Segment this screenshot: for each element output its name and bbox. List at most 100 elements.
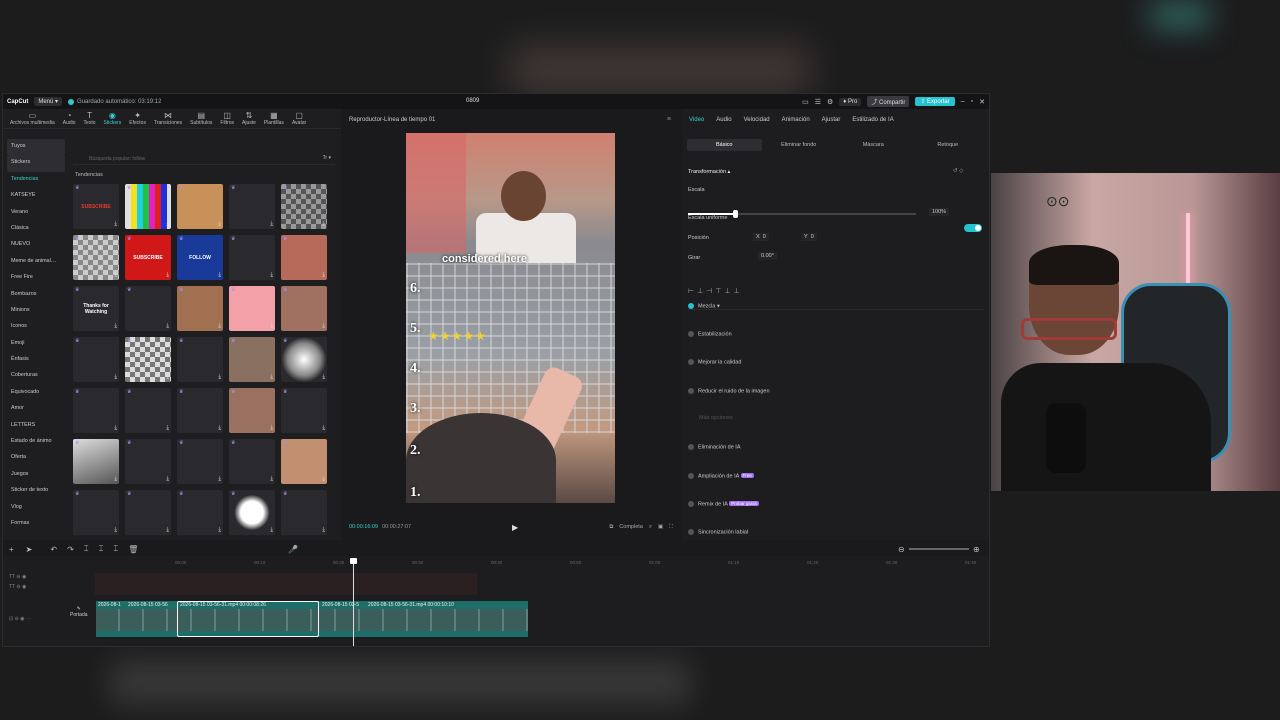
tab-subtítulos[interactable]: ▤ Subtítulos xyxy=(186,111,216,126)
sidebar-item[interactable]: Minions xyxy=(7,303,65,319)
download-icon[interactable]: ⤓ xyxy=(114,425,117,432)
player-menu-icon[interactable]: ≡ xyxy=(667,116,671,123)
download-icon[interactable]: ⤓ xyxy=(322,374,325,381)
sticker-tile[interactable]: ♛ ⤓ xyxy=(177,439,223,484)
main-track-icons[interactable]: ⊡ ⊖ ◉ ⋯ xyxy=(9,616,31,622)
sticker-tile[interactable]: ♛ ⤓ xyxy=(177,388,223,433)
selected-clip[interactable] xyxy=(177,601,319,637)
zoom-in-icon[interactable]: ⊕ xyxy=(973,545,980,554)
position-y-field[interactable]: Y 0 xyxy=(801,233,817,241)
mix-checkbox[interactable] xyxy=(688,303,694,309)
tab-archivos-multimedia[interactable]: ▭ Archivos multimedia xyxy=(6,111,59,126)
sticker-tile[interactable]: ♛ ⤓ xyxy=(73,439,119,484)
uniform-scale-toggle[interactable] xyxy=(964,224,982,232)
zoom-out-icon[interactable]: ⊖ xyxy=(898,545,905,554)
sticker-tile[interactable]: ♛ ⤓ xyxy=(281,184,327,229)
subtab-eliminar-fondo[interactable]: Eliminar fondo xyxy=(762,139,837,151)
download-icon[interactable]: ⤓ xyxy=(218,374,221,381)
tab-efectos[interactable]: ✦ Efectos xyxy=(125,111,150,126)
scale-slider-knob[interactable] xyxy=(733,210,738,218)
download-icon[interactable]: ⤓ xyxy=(166,374,169,381)
download-icon[interactable]: ⤓ xyxy=(270,272,273,279)
sidebar-item[interactable]: Vlog xyxy=(7,500,65,516)
download-icon[interactable]: ⤓ xyxy=(114,374,117,381)
sidebar-item[interactable]: LETTERS xyxy=(7,418,65,434)
stabilize-row[interactable]: Estabilización xyxy=(688,331,732,337)
reset-icon[interactable]: ↺ ◇ xyxy=(953,168,963,174)
quality-checkbox[interactable] xyxy=(688,359,694,365)
sidebar-item[interactable]: NUEVO xyxy=(7,237,65,253)
ai-remix-row[interactable]: Remix de IA Probar gratis xyxy=(688,501,759,507)
maximize-icon[interactable]: ▫ xyxy=(971,98,973,105)
download-icon[interactable]: ⤓ xyxy=(270,476,273,483)
ai-remove-checkbox[interactable] xyxy=(688,444,694,450)
sticker-tile[interactable]: FOLLOW ♛ ⤓ xyxy=(177,235,223,280)
sidebar-item[interactable]: Bombazos xyxy=(7,287,65,303)
download-icon[interactable]: ⤓ xyxy=(322,425,325,432)
download-icon[interactable]: ⤓ xyxy=(218,425,221,432)
tab-filtros[interactable]: ◫ Filtros xyxy=(216,111,238,126)
layout-icon[interactable]: ▭ xyxy=(802,98,809,106)
sticker-tile[interactable]: ♛ ⤓ xyxy=(125,439,171,484)
transform-heading[interactable]: Transformación ▴ xyxy=(688,169,730,175)
download-icon[interactable]: ⤓ xyxy=(166,476,169,483)
split-icon[interactable]: ⌶ xyxy=(84,544,89,554)
ai-remix-checkbox[interactable] xyxy=(688,501,694,507)
quality-row[interactable]: Mejorar la calidad xyxy=(688,359,741,365)
download-icon[interactable]: ⤓ xyxy=(218,272,221,279)
download-icon[interactable]: ⤓ xyxy=(166,425,169,432)
tab-audio[interactable]: Audio xyxy=(716,117,731,123)
download-icon[interactable]: ⤓ xyxy=(114,527,117,534)
sticker-tile[interactable]: ♛ ⤓ xyxy=(281,490,327,535)
sidebar-item[interactable]: Emoji xyxy=(7,336,65,352)
undo-icon[interactable]: ↶ xyxy=(50,545,57,554)
download-icon[interactable]: ⤓ xyxy=(270,425,273,432)
sticker-tile[interactable]: ♛ ⤓ xyxy=(229,439,275,484)
sticker-search-input[interactable]: Búsqueda popular: follow Tr ▾ xyxy=(73,154,335,165)
sidebar-item[interactable]: Sticker de texto xyxy=(7,483,65,499)
sticker-tile[interactable]: SUBSCRIBE ♛ ⤓ xyxy=(125,235,171,280)
minimize-icon[interactable]: – xyxy=(961,98,965,105)
noise-row[interactable]: Reducir el ruido de la imagen xyxy=(688,388,770,394)
download-icon[interactable]: ⤓ xyxy=(114,323,117,330)
fullscreen-icon[interactable]: ⛶ xyxy=(669,524,673,531)
align-top-icon[interactable]: ⊤ xyxy=(715,287,721,297)
download-icon[interactable]: ⤓ xyxy=(322,476,325,483)
tab-ajustar[interactable]: Ajustar xyxy=(822,117,841,123)
text-track-icons[interactable]: TT ⊖ ◉ xyxy=(9,584,26,590)
download-icon[interactable]: ⤓ xyxy=(166,527,169,534)
tab-stickers[interactable]: ◉ Stickers xyxy=(100,111,126,126)
sidebar-item[interactable]: Tuyos xyxy=(7,139,65,156)
sticker-tile[interactable]: ♛ ⤓ xyxy=(177,184,223,229)
video-preview[interactable]: considered here 6. 5. ★★★★★ 4. 3. 2. 1. xyxy=(406,133,615,503)
sidebar-item[interactable]: Meme de animal… xyxy=(7,254,65,270)
sticker-tile[interactable]: ♛ ⤓ xyxy=(229,286,275,331)
sidebar-item[interactable]: KATSEYE xyxy=(7,188,65,204)
split-right-icon[interactable]: ⌶ xyxy=(113,544,118,554)
tab-audio[interactable]: ◔ Audio xyxy=(59,111,80,126)
full-ratio-button[interactable]: Completa xyxy=(619,524,643,531)
tab-video[interactable]: Video xyxy=(689,117,704,123)
download-icon[interactable]: ⤓ xyxy=(270,323,273,330)
cover-button[interactable]: ✎ Portada xyxy=(70,606,88,618)
sticker-tile[interactable]: ♛ ⤓ xyxy=(73,337,119,382)
scale-value-field[interactable]: 100% xyxy=(929,208,950,216)
zoom-icon[interactable]: ⌕ xyxy=(649,524,652,531)
select-icon[interactable]: ➤ xyxy=(26,545,33,554)
ai-remove-row[interactable]: Eliminación de IA xyxy=(688,444,741,450)
sidebar-item[interactable]: Formas xyxy=(7,516,65,532)
sidebar-item[interactable]: Iconos xyxy=(7,319,65,335)
download-icon[interactable]: ⤓ xyxy=(270,527,273,534)
sidebar-item[interactable]: Énfasis xyxy=(7,352,65,368)
sticker-tile[interactable]: ♛ ⤓ xyxy=(229,490,275,535)
sticker-tile[interactable]: ♛ ⤓ xyxy=(229,337,275,382)
align-center-icon[interactable]: ⊥ xyxy=(697,287,703,297)
delete-icon[interactable]: 🗑 xyxy=(128,545,138,554)
align-right-icon[interactable]: ⊣ xyxy=(706,287,712,297)
tab-velocidad[interactable]: Velocidad xyxy=(744,117,770,123)
add-icon[interactable]: + xyxy=(9,545,14,554)
close-icon[interactable]: ✕ xyxy=(979,98,985,106)
align-left-icon[interactable]: ⊢ xyxy=(688,287,694,297)
download-icon[interactable]: ⤓ xyxy=(218,527,221,534)
shortcuts-icon[interactable]: ☰ xyxy=(815,98,821,106)
